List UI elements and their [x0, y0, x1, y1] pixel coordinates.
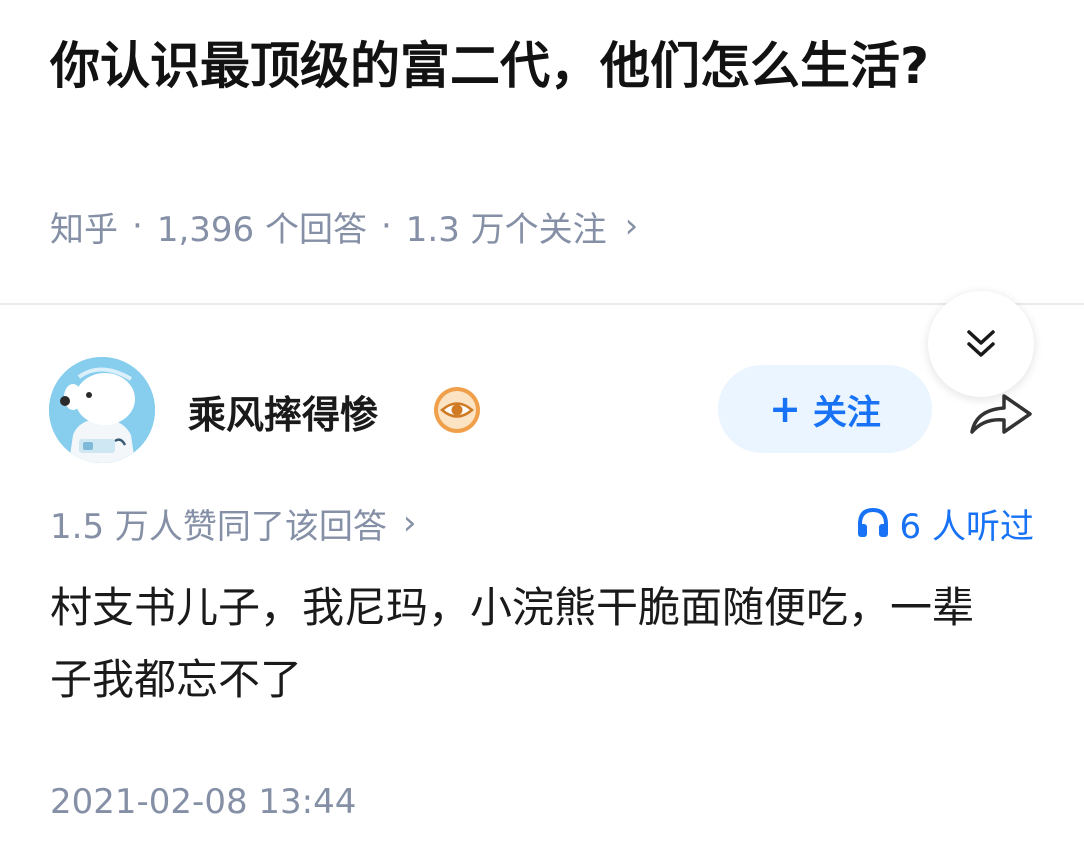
answer-content[interactable]: 村支书儿子，我尼玛，小浣熊干脆面随便吃，一辈子我都忘不了	[50, 572, 1010, 716]
astronaut-dog-avatar	[49, 357, 155, 463]
chevron-right-icon: ›	[402, 503, 417, 543]
follow-button[interactable]: + 关注	[718, 365, 932, 453]
separator-dot: ·	[380, 206, 392, 246]
question-title[interactable]: 你认识最顶级的富二代，他们怎么生活?	[50, 26, 990, 106]
vote-count[interactable]: 1.5 万人赞同了该回答 ›	[50, 498, 417, 548]
listen-count: 6 人听过	[899, 506, 1034, 547]
avatar[interactable]	[49, 357, 155, 463]
question-meta[interactable]: 知乎 · 1,396 个回答 · 1.3 万个关注 ›	[50, 200, 638, 252]
source-label: 知乎	[50, 209, 118, 250]
author-name[interactable]: 乘风摔得惨	[188, 384, 378, 439]
follow-label: 关注	[812, 392, 881, 433]
chevron-right-icon: ›	[624, 206, 639, 246]
divider	[0, 303, 1084, 305]
answer-timestamp: 2021-02-08 13:44	[50, 782, 357, 822]
eye-badge-icon[interactable]	[432, 385, 482, 435]
answer-count: 1,396 个回答	[156, 209, 367, 250]
plus-icon: +	[769, 387, 801, 431]
double-chevron-down-icon	[967, 330, 995, 357]
collapse-button[interactable]	[928, 291, 1034, 397]
separator-dot: ·	[132, 206, 143, 246]
follower-count: 1.3 万个关注	[405, 209, 607, 250]
vote-text: 1.5 万人赞同了该回答	[50, 506, 387, 547]
listen-button[interactable]: 6 人听过	[856, 498, 1034, 548]
headphones-icon	[857, 507, 888, 537]
share-arrow-icon[interactable]	[966, 388, 1036, 438]
